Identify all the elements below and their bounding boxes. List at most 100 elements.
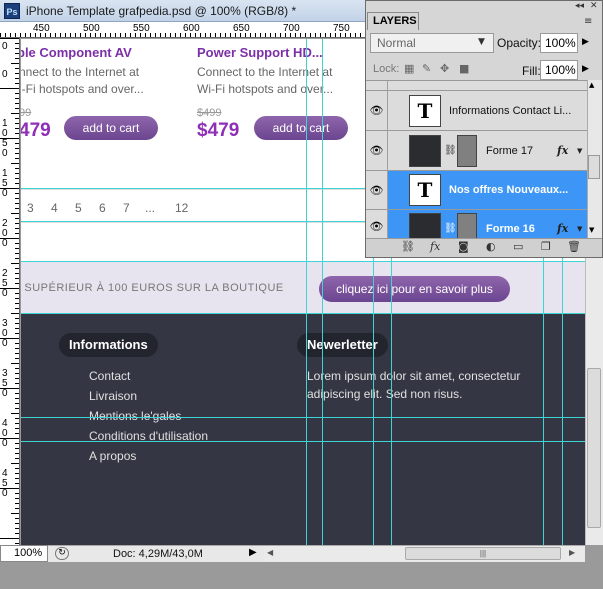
guide-line[interactable] (21, 441, 585, 442)
footer-link[interactable]: Mentions le'gales (89, 409, 181, 423)
fill-input[interactable]: 100% (540, 60, 578, 80)
expand-effects-icon[interactable]: ▼ (577, 225, 582, 233)
ruler-tick (325, 33, 326, 37)
eye-icon[interactable] (366, 81, 388, 90)
eye-icon[interactable]: 👁 (366, 131, 388, 170)
vector-mask-thumbnail (457, 135, 477, 167)
lock-transparency-icon[interactable]: ▦ (404, 62, 414, 75)
fx-icon[interactable]: fx (557, 222, 568, 235)
lock-pixels-icon[interactable]: ✎ (422, 62, 431, 75)
page-link[interactable]: 3 (27, 201, 34, 215)
ruler-tick (180, 33, 181, 37)
adjustment-layer-icon[interactable]: ◐ (486, 240, 496, 253)
learn-more-button[interactable]: cliquez ici pour en savoir plus (319, 276, 510, 302)
guide-line[interactable] (21, 313, 585, 314)
ruler-tick (15, 308, 19, 309)
text-layer-thumbnail: T (409, 95, 441, 127)
ruler-tick (15, 268, 19, 269)
expand-effects-icon[interactable]: ▼ (577, 147, 582, 155)
ruler-tick (15, 293, 19, 294)
delete-layer-icon[interactable]: 🗑 (567, 240, 581, 253)
eye-icon[interactable]: 👁 (366, 210, 388, 238)
ruler-tick (15, 228, 19, 229)
scroll-down-icon[interactable]: ▼ (589, 226, 594, 234)
link-chain-icon[interactable]: ⛓ (444, 145, 457, 156)
guide-line[interactable] (306, 39, 307, 545)
ruler-tick (310, 33, 311, 37)
layer-name[interactable]: Forme 16 (486, 223, 535, 235)
ruler-digit: 0 (2, 41, 8, 52)
page-link[interactable]: 7 (123, 201, 130, 215)
guide-line[interactable] (21, 261, 585, 262)
layer-name[interactable]: Nos offres Nouveaux... (449, 184, 568, 196)
add-to-cart-button[interactable]: add to cart (64, 116, 158, 140)
ruler-tick (15, 383, 19, 384)
layer-name[interactable]: Informations Contact Li... (449, 105, 571, 117)
eye-icon[interactable]: 👁 (366, 171, 388, 209)
close-panel-icon[interactable]: ✕ (590, 1, 598, 11)
layers-scroll-thumb[interactable] (588, 155, 600, 179)
layer-row[interactable] (366, 81, 587, 91)
ruler-tick (15, 133, 19, 134)
status-menu-icon[interactable]: ↻ (55, 547, 69, 560)
vertical-scroll-thumb[interactable] (587, 368, 601, 528)
vertical-ruler: 001050150200250300350400450 (0, 38, 20, 546)
layer-row[interactable]: 👁 ⛓ Forme 17 fx ▼ (366, 131, 587, 171)
layer-name[interactable]: Forme 17 (486, 145, 533, 157)
ruler-tick (200, 33, 201, 37)
link-layers-icon[interactable]: ⛓ (401, 240, 415, 253)
fx-icon[interactable]: fx (557, 144, 568, 157)
footer-link[interactable]: Contact (89, 369, 130, 383)
ruler-tick (125, 33, 126, 37)
guide-line[interactable] (21, 417, 585, 418)
layer-row-selected[interactable]: 👁 T Nos offres Nouveaux... (366, 171, 587, 210)
page-link[interactable]: 12 (175, 201, 188, 215)
new-layer-icon[interactable]: ❐ (541, 240, 551, 253)
ruler-tick (70, 33, 71, 37)
ruler-tick (15, 73, 19, 74)
lock-position-icon[interactable]: ✥ (440, 62, 449, 75)
ruler-digit: 0 (2, 438, 8, 449)
opacity-slider-icon[interactable]: ▶ (582, 37, 589, 47)
blend-mode-select[interactable]: Normal (370, 33, 494, 53)
footer-link[interactable]: A propos (89, 449, 136, 463)
layer-row[interactable]: 👁 T Informations Contact Li... (366, 91, 587, 131)
status-arrow-icon[interactable]: ▶ (249, 547, 257, 558)
ruler-tick (335, 33, 336, 37)
guide-line[interactable] (322, 39, 323, 545)
fill-slider-icon[interactable]: ▶ (582, 64, 589, 74)
scroll-left-icon[interactable]: ◀ (267, 548, 273, 557)
page-link[interactable]: 6 (99, 201, 106, 215)
add-mask-icon[interactable]: ◙ (458, 240, 469, 253)
ruler-tick (15, 453, 19, 454)
layer-row-selected[interactable]: 👁 ⛓ Forme 16 fx ▼ (366, 210, 587, 238)
ruler-tick (15, 123, 19, 124)
ruler-tick (15, 273, 19, 274)
opacity-input[interactable]: 100% (540, 33, 578, 53)
page-link[interactable]: 5 (75, 201, 82, 215)
old-price: 99 (21, 107, 32, 119)
ruler-tick (85, 33, 86, 37)
scroll-right-icon[interactable]: ▶ (569, 548, 575, 557)
promo-banner: E SUPÉRIEUR À 100 EUROS SUR LA BOUTIQUE … (21, 261, 585, 313)
panel-menu-icon[interactable]: ≡ (584, 16, 592, 27)
footer-link[interactable]: Livraison (89, 389, 137, 403)
product-title[interactable]: Power Support HD... (197, 45, 323, 60)
eye-icon[interactable]: 👁 (366, 91, 388, 130)
zoom-level[interactable]: 100% (0, 545, 48, 562)
site-footer: Informations Contact Livraison Mentions … (21, 313, 585, 545)
horizontal-scroll-thumb[interactable]: ||| (405, 547, 561, 560)
layers-tab[interactable]: LAYERS (367, 12, 419, 30)
scroll-up-icon[interactable]: ▲ (589, 81, 594, 89)
collapse-panel-icon[interactable]: ◂◂ (575, 1, 584, 11)
page-link[interactable]: 4 (51, 201, 58, 215)
add-layer-style-icon[interactable]: fx (430, 240, 440, 253)
ruler-tick (15, 93, 19, 94)
ruler-tick (10, 33, 11, 37)
lock-all-icon[interactable]: ■ (459, 62, 469, 75)
link-chain-icon[interactable]: ⛓ (444, 223, 457, 234)
chevron-down-icon[interactable]: ▼ (478, 37, 485, 47)
new-group-icon[interactable]: ▭ (513, 240, 523, 253)
product-title[interactable]: ple Component AV (21, 45, 132, 60)
add-to-cart-button[interactable]: add to cart (254, 116, 348, 140)
